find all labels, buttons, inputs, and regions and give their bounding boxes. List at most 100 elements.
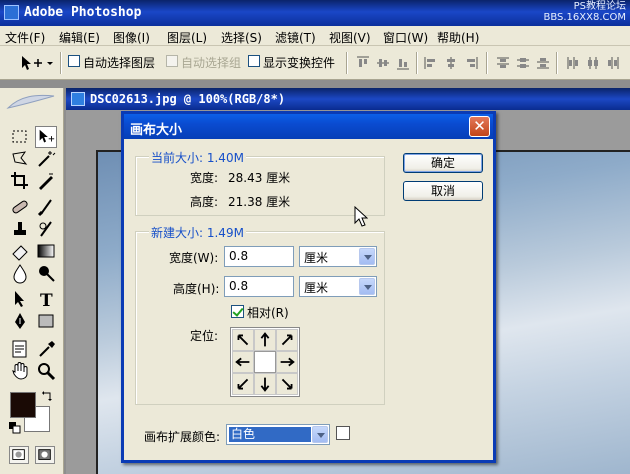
quick-mask-mode-button[interactable] — [35, 446, 55, 464]
height-label: 高度(H): — [173, 282, 220, 296]
menu-window[interactable]: 窗口(W) — [383, 29, 428, 46]
swap-colors-icon[interactable] — [42, 390, 54, 402]
anchor-top-right-arrow-icon[interactable] — [276, 329, 298, 351]
gradient-tool-icon[interactable] — [35, 240, 57, 262]
default-colors-icon[interactable] — [9, 422, 21, 434]
anchor-bottom-left-arrow-icon[interactable] — [232, 373, 254, 395]
align-vcenter-icon[interactable] — [376, 56, 390, 70]
notes-tool-icon[interactable] — [9, 338, 31, 360]
history-brush-icon[interactable] — [35, 218, 57, 240]
app-title-bar: Adobe Photoshop PS教程论坛 BBS.16XX8.COM — [0, 0, 630, 26]
distribute-right-icon[interactable] — [606, 56, 620, 70]
document-title: DSC02613.jpg @ 100%(RGB/8*) — [90, 92, 286, 106]
menu-select[interactable]: 选择(S) — [221, 29, 262, 46]
slice-tool-icon[interactable] — [35, 170, 57, 192]
menu-file[interactable]: 文件(F) — [5, 29, 45, 46]
mouse-cursor-icon — [354, 206, 368, 227]
anchor-top-left-arrow-icon[interactable] — [232, 329, 254, 351]
auto-select-layer-checkbox[interactable] — [68, 55, 80, 67]
dialog-title: 画布大小 — [130, 123, 183, 138]
canvas-extension-color-select[interactable]: 白色 — [226, 424, 330, 445]
zoom-tool-icon[interactable] — [35, 360, 57, 382]
align-top-icon[interactable] — [356, 56, 370, 70]
clone-stamp-icon[interactable] — [9, 218, 31, 240]
eraser-tool-icon[interactable] — [9, 240, 31, 262]
distribute-left-icon[interactable] — [566, 56, 580, 70]
menu-bar: 文件(F) 编辑(E) 图像(I) 图层(L) 选择(S) 滤镜(T) 视图(V… — [0, 26, 630, 46]
ok-button[interactable]: 确定 — [403, 153, 483, 173]
eyedropper-icon[interactable] — [35, 338, 57, 360]
canvas-extension-color-swatch[interactable] — [336, 426, 350, 440]
watermark: PS教程论坛 BBS.16XX8.COM — [543, 1, 626, 23]
distribute-vcenter-icon[interactable] — [516, 56, 530, 70]
width-label: 宽度(W): — [169, 251, 219, 265]
menu-layer[interactable]: 图层(L) — [167, 29, 207, 46]
auto-select-layer-label: 自动选择图层 — [83, 56, 156, 70]
options-separator — [416, 52, 418, 74]
watermark-line1: PS教程论坛 — [573, 1, 626, 12]
options-separator — [346, 52, 348, 74]
foreground-color-swatch[interactable] — [10, 392, 36, 418]
current-size-title: 当前大小: 1.40M — [149, 149, 246, 166]
options-separator — [60, 52, 62, 74]
canvas-extension-color-label: 画布扩展颜色: — [144, 430, 221, 444]
move-tool-icon[interactable] — [35, 126, 57, 148]
shape-tool-icon[interactable] — [35, 310, 57, 332]
relative-label: 相对(R) — [247, 306, 289, 320]
align-left-icon[interactable] — [424, 56, 438, 70]
new-size-title: 新建大小: 1.49M — [149, 224, 246, 241]
type-tool-icon[interactable]: T — [35, 288, 57, 310]
current-width-label: 宽度: — [190, 171, 219, 185]
menu-image[interactable]: 图像(I) — [113, 29, 150, 46]
dialog-title-bar: 画布大小 ✕ — [124, 114, 493, 139]
anchor-bottom-right-arrow-icon[interactable] — [276, 373, 298, 395]
menu-view[interactable]: 视图(V) — [329, 29, 371, 46]
anchor-bottom-arrow-icon[interactable] — [254, 373, 276, 395]
anchor-left-arrow-icon[interactable] — [232, 351, 254, 373]
distribute-top-icon[interactable] — [496, 56, 510, 70]
move-tool-preset-icon[interactable] — [20, 54, 54, 72]
marquee-tool-icon[interactable] — [9, 126, 31, 148]
cancel-button[interactable]: 取消 — [403, 181, 483, 201]
blur-tool-icon[interactable] — [9, 262, 31, 284]
align-bottom-icon[interactable] — [396, 56, 410, 70]
standard-mode-button[interactable] — [9, 446, 29, 464]
height-input[interactable]: 0.8 — [224, 276, 294, 297]
anchor-grid — [230, 327, 300, 397]
photoshop-logo-icon — [4, 5, 19, 20]
height-unit-select[interactable]: 厘米 — [299, 276, 377, 297]
toolbox: T — [0, 88, 64, 474]
chevron-down-icon[interactable] — [359, 278, 375, 295]
menu-help[interactable]: 帮助(H) — [437, 29, 479, 46]
align-right-icon[interactable] — [464, 56, 478, 70]
current-height-label: 高度: — [190, 195, 219, 209]
pen-tool-icon[interactable] — [9, 310, 31, 332]
menu-filter[interactable]: 滤镜(T) — [275, 29, 316, 46]
healing-brush-icon[interactable] — [9, 196, 31, 218]
close-icon[interactable]: ✕ — [469, 116, 490, 137]
magic-wand-icon[interactable] — [35, 148, 57, 170]
anchor-right-arrow-icon[interactable] — [276, 351, 298, 373]
show-transform-checkbox[interactable] — [248, 55, 260, 67]
anchor-top-arrow-icon[interactable] — [254, 329, 276, 351]
chevron-down-icon[interactable] — [359, 248, 375, 265]
chevron-down-icon[interactable] — [312, 426, 328, 443]
distribute-bottom-icon[interactable] — [536, 56, 550, 70]
width-input[interactable]: 0.8 — [224, 246, 294, 267]
menu-edit[interactable]: 编辑(E) — [59, 29, 100, 46]
options-separator — [556, 52, 558, 74]
crop-tool-icon[interactable] — [9, 170, 31, 192]
align-hcenter-icon[interactable] — [444, 56, 458, 70]
hand-tool-icon[interactable] — [9, 360, 31, 382]
auto-select-group-checkbox[interactable] — [166, 55, 178, 67]
lasso-tool-icon[interactable] — [9, 148, 31, 170]
path-selection-icon[interactable] — [9, 288, 31, 310]
anchor-label: 定位: — [190, 329, 219, 343]
distribute-hcenter-icon[interactable] — [586, 56, 600, 70]
dodge-tool-icon[interactable] — [35, 262, 57, 284]
brush-tool-icon[interactable] — [35, 196, 57, 218]
relative-checkbox[interactable] — [231, 305, 244, 318]
anchor-center[interactable] — [254, 351, 276, 373]
width-unit-value: 厘米 — [304, 251, 329, 265]
width-unit-select[interactable]: 厘米 — [299, 246, 377, 267]
